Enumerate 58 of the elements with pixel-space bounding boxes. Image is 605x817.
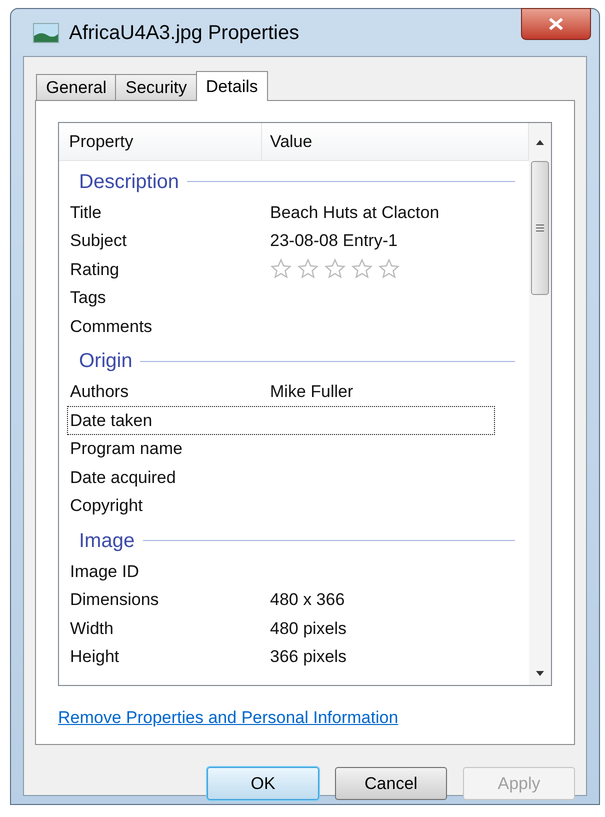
star-icon[interactable] xyxy=(324,258,346,280)
property-row[interactable]: Comments xyxy=(67,312,495,340)
property-name: Title xyxy=(69,202,102,224)
property-value: Mike Fuller xyxy=(270,381,354,403)
star-icon[interactable] xyxy=(297,258,319,280)
property-value: 480 x 366 xyxy=(270,589,345,611)
group-heading: Description xyxy=(79,170,180,194)
property-name: Dimensions xyxy=(69,589,160,611)
tab[interactable]: General xyxy=(36,74,116,100)
image-file-icon xyxy=(33,22,59,42)
dialog-button[interactable]: Cancel xyxy=(335,767,447,800)
property-value: 23-08-08 Entry-1 xyxy=(270,230,398,252)
column-header[interactable]: Property xyxy=(59,123,262,160)
close-icon xyxy=(548,17,564,31)
property-row[interactable]: Tags xyxy=(67,284,495,312)
scroll-down-icon xyxy=(536,670,544,676)
property-name: Height xyxy=(69,646,120,668)
grip-icon xyxy=(536,224,544,232)
group-heading: Image xyxy=(79,528,135,554)
property-row[interactable]: Height 366 pixels xyxy=(67,642,495,671)
property-row[interactable]: Rating xyxy=(67,255,495,284)
property-row[interactable]: Subject 23-08-08 Entry-1 xyxy=(67,226,495,255)
property-row[interactable]: Copyright xyxy=(67,492,495,520)
property-name: Date taken xyxy=(69,410,154,432)
property-value: 366 pixels xyxy=(270,646,347,668)
scroll-up-icon xyxy=(536,140,544,144)
star-icon[interactable] xyxy=(351,258,373,280)
property-name: Comments xyxy=(69,316,154,338)
dialog-button[interactable]: OK xyxy=(207,767,319,800)
window-title: AfricaU4A3.jpg Properties xyxy=(69,20,300,46)
property-name: Width xyxy=(69,618,114,640)
star-icon[interactable] xyxy=(270,258,292,280)
property-value: Beach Huts at Clacton xyxy=(270,202,440,224)
property-row[interactable]: Width 480 pixels xyxy=(67,614,495,642)
property-name: Rating xyxy=(69,258,120,280)
property-row[interactable]: Image ID xyxy=(67,557,495,586)
scrollbar[interactable] xyxy=(529,123,551,685)
remove-properties-link[interactable]: Remove Properties and Personal Information xyxy=(58,708,398,727)
close-button[interactable] xyxy=(521,8,591,40)
property-name: Tags xyxy=(69,287,107,309)
group-heading: Origin xyxy=(79,349,132,374)
scroll-thumb[interactable] xyxy=(531,161,549,295)
property-row[interactable]: Date taken xyxy=(67,406,495,434)
property-row[interactable]: Dimensions 480 x 366 xyxy=(67,586,495,614)
property-row[interactable]: Date acquired xyxy=(67,463,495,492)
star-icon[interactable] xyxy=(378,258,400,280)
property-name: Program name xyxy=(69,438,184,460)
property-name: Date acquired xyxy=(69,466,177,488)
property-row[interactable]: Authors Mike Fuller xyxy=(67,378,495,406)
property-name: Copyright xyxy=(69,495,144,517)
property-row[interactable]: Title Beach Huts at Clacton xyxy=(67,198,495,226)
property-name: Image ID xyxy=(69,560,140,582)
property-name: Subject xyxy=(69,230,128,252)
property-name: Authors xyxy=(69,381,130,403)
tab[interactable]: Security xyxy=(115,74,197,100)
property-value: 480 pixels xyxy=(270,618,347,640)
property-row[interactable]: Program name xyxy=(67,434,495,463)
tab[interactable]: Details xyxy=(196,71,268,101)
